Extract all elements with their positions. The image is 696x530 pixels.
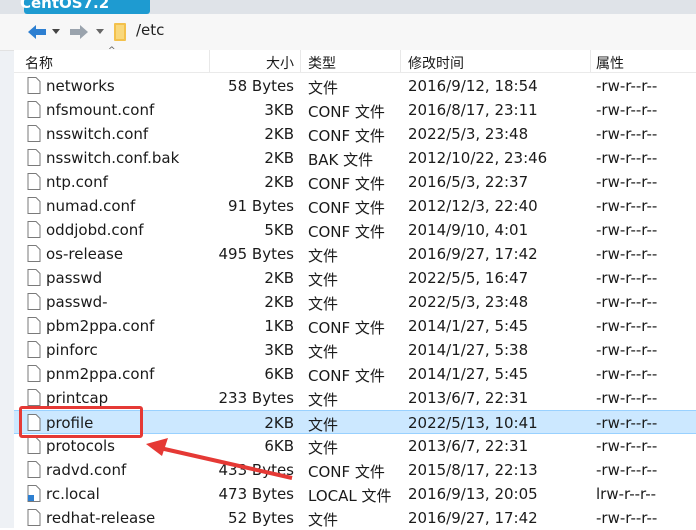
annotation-arrow: [146, 438, 293, 480]
